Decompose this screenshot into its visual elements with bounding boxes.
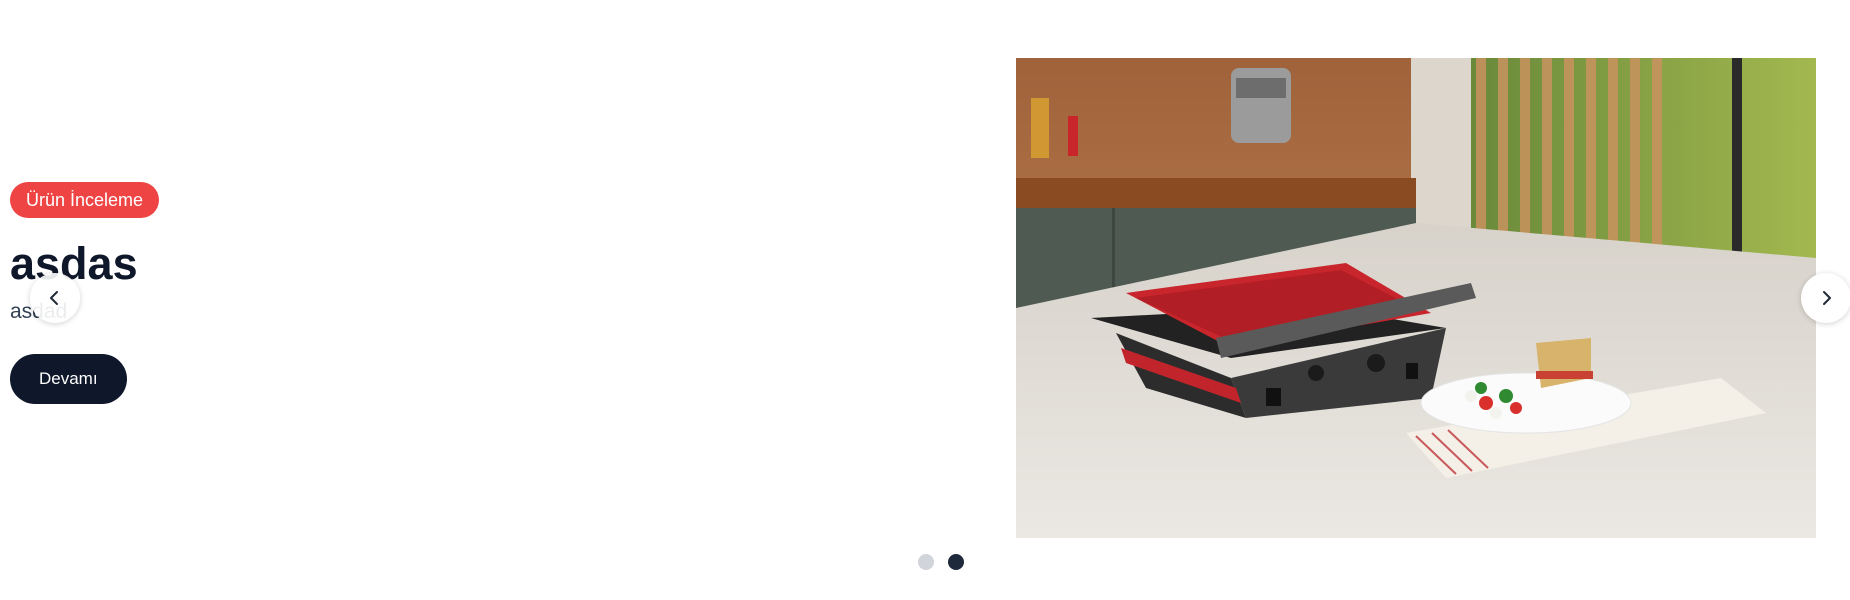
chevron-left-icon [50, 291, 58, 305]
slide-image [1016, 58, 1816, 538]
chevron-right-icon [1823, 291, 1831, 305]
hero-slider: Ürün İnceleme asdas asdad Devamı [0, 0, 1850, 600]
category-badge: Ürün İnceleme [10, 182, 160, 218]
pagination-dot-2[interactable] [948, 554, 964, 570]
slide-title: asdas [10, 238, 138, 289]
pagination-dot-1[interactable] [918, 554, 934, 570]
carousel-pagination [918, 554, 964, 570]
read-more-button[interactable]: Devamı [10, 354, 127, 404]
prev-slide-button[interactable] [30, 273, 80, 323]
next-slide-button[interactable] [1801, 273, 1850, 323]
